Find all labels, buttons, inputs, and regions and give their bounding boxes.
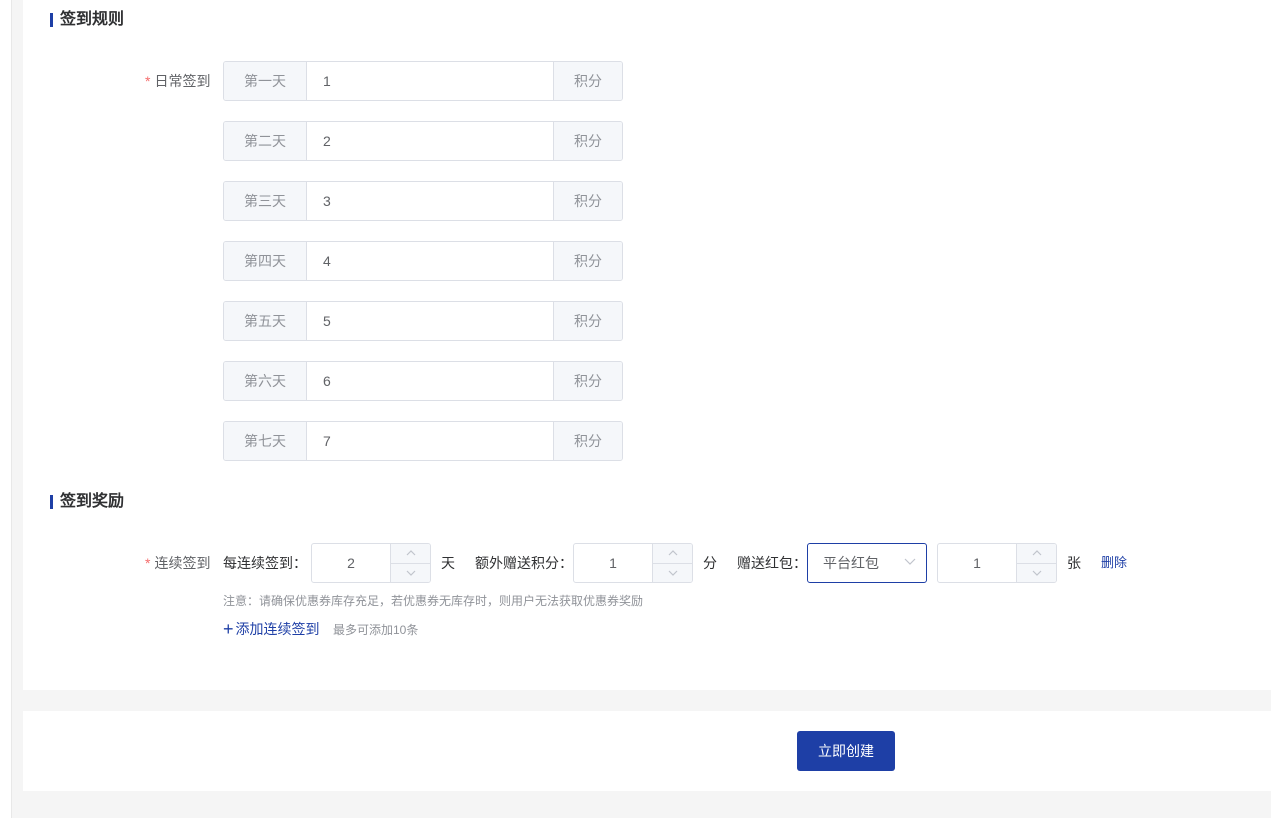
day-prepend: 第二天 — [224, 122, 307, 160]
day-row-6: 第六天 积分 — [223, 361, 623, 401]
days-stepper-arrows — [390, 544, 430, 582]
day-append: 积分 — [553, 242, 622, 280]
add-continuous-signin-label: 添加连续签到 — [235, 621, 320, 637]
add-limit-hint: 最多可添加10条 — [333, 623, 419, 637]
add-continuous-signin-link[interactable]: + 添加连续签到 — [223, 619, 320, 639]
red-packet-count-input[interactable] — [938, 544, 1016, 582]
create-now-button[interactable]: 立即创建 — [797, 731, 895, 771]
chevron-up-icon — [1032, 550, 1041, 556]
decrease-button[interactable] — [391, 563, 430, 582]
increase-button[interactable] — [653, 544, 692, 564]
chevron-down-icon — [1032, 570, 1041, 576]
days-unit: 天 — [441, 555, 455, 571]
day-row-3: 第三天 积分 — [223, 181, 623, 221]
days-stepper — [311, 543, 431, 583]
left-rail — [0, 0, 12, 818]
day-append: 积分 — [553, 122, 622, 160]
increase-button[interactable] — [1017, 544, 1056, 564]
continuous-signin-label-text: 连续签到 — [154, 555, 211, 571]
day-points-input[interactable] — [307, 122, 553, 160]
day-row-4: 第四天 积分 — [223, 241, 623, 281]
day-append: 积分 — [553, 422, 622, 460]
day-points-input[interactable] — [307, 242, 553, 280]
day-points-input[interactable] — [307, 362, 553, 400]
every-continuous-label: 每连续签到： — [223, 555, 307, 571]
extra-points-arrows — [652, 544, 692, 582]
chevron-up-icon — [406, 550, 415, 556]
required-asterisk: * — [145, 555, 151, 571]
delete-link[interactable]: 删除 — [1101, 553, 1127, 573]
day-prepend: 第五天 — [224, 302, 307, 340]
daily-signin-label: * 日常签到 — [145, 71, 210, 91]
extra-points-stepper — [573, 543, 693, 583]
increase-button[interactable] — [391, 544, 430, 564]
day-points-input[interactable] — [307, 182, 553, 220]
day-row-1: 第一天 积分 — [223, 61, 623, 101]
section-title-rules: 签到规则 — [50, 10, 124, 30]
extra-points-label: 额外赠送积分： — [475, 555, 573, 571]
red-packet-type-value: 平台红包 — [823, 555, 879, 571]
day-points-input[interactable] — [307, 62, 553, 100]
day-row-2: 第二天 积分 — [223, 121, 623, 161]
count-unit: 张 — [1067, 555, 1081, 571]
day-prepend: 第一天 — [224, 62, 307, 100]
extra-points-input[interactable] — [574, 544, 652, 582]
daily-signin-label-text: 日常签到 — [154, 73, 211, 89]
day-append: 积分 — [553, 362, 622, 400]
day-prepend: 第七天 — [224, 422, 307, 460]
footer-card — [23, 711, 1271, 791]
day-append: 积分 — [553, 62, 622, 100]
decrease-button[interactable] — [1017, 563, 1056, 582]
section-title-rewards: 签到奖励 — [50, 492, 124, 512]
points-unit: 分 — [703, 555, 717, 571]
day-points-input[interactable] — [307, 302, 553, 340]
day-append: 积分 — [553, 302, 622, 340]
red-packet-count-stepper — [937, 543, 1057, 583]
red-packet-type-select[interactable]: 平台红包 — [807, 543, 927, 583]
red-packet-count-arrows — [1016, 544, 1056, 582]
day-row-5: 第五天 积分 — [223, 301, 623, 341]
day-prepend: 第六天 — [224, 362, 307, 400]
day-row-7: 第七天 积分 — [223, 421, 623, 461]
chevron-down-icon — [406, 570, 415, 576]
continuous-signin-label: * 连续签到 — [145, 553, 210, 573]
days-stepper-input[interactable] — [312, 544, 390, 582]
decrease-button[interactable] — [653, 563, 692, 582]
day-points-input[interactable] — [307, 422, 553, 460]
day-prepend: 第三天 — [224, 182, 307, 220]
coupon-stock-note: 注意：请确保优惠券库存充足，若优惠券无库存时，则用户无法获取优惠券奖励 — [223, 594, 644, 608]
red-packet-label: 赠送红包： — [737, 555, 807, 571]
day-prepend: 第四天 — [224, 242, 307, 280]
form-card — [23, 0, 1271, 690]
required-asterisk: * — [145, 73, 151, 89]
day-append: 积分 — [553, 182, 622, 220]
chevron-down-icon — [904, 558, 916, 565]
plus-icon: + — [223, 619, 234, 639]
chevron-up-icon — [668, 550, 677, 556]
chevron-down-icon — [668, 570, 677, 576]
